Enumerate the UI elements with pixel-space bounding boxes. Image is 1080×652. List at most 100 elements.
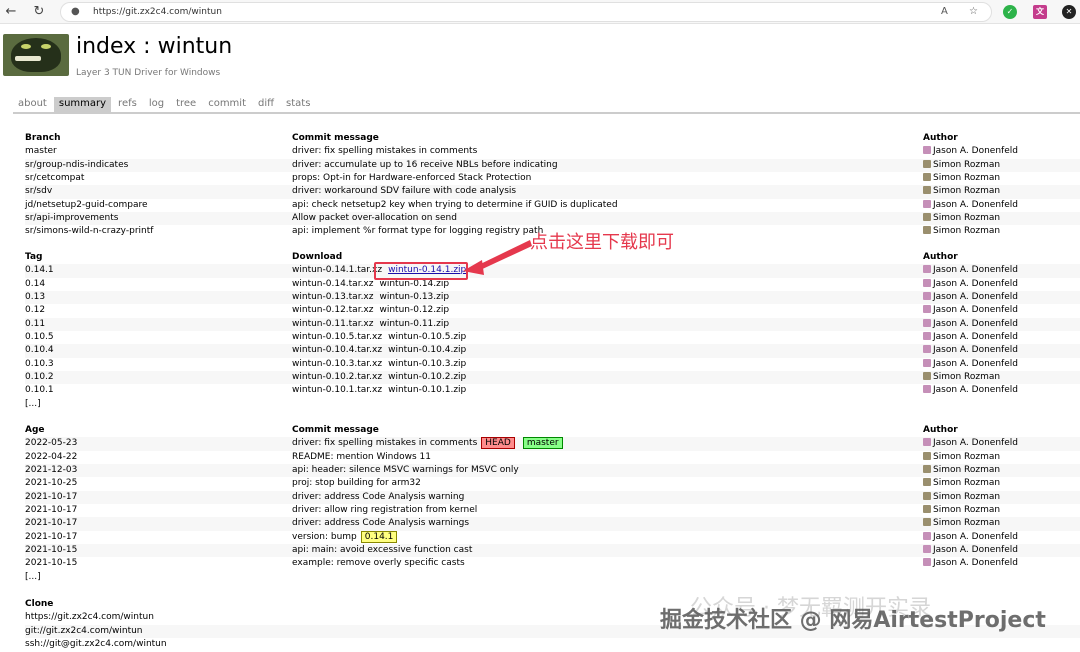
commit-message-link[interactable]: driver: accumulate up to 16 receive NBLs… (292, 159, 558, 172)
branch-link[interactable]: sr/group-ndis-indicates (25, 159, 128, 172)
commit-message-link[interactable]: driver: fix spelling mistakes in comment… (292, 438, 477, 448)
tag-badge[interactable]: 0.14.1 (360, 530, 398, 543)
download-tarxz-link[interactable]: wintun-0.11.tar.xz (292, 319, 373, 329)
highlight-box (374, 262, 468, 280)
download-zip-link[interactable]: wintun-0.10.5.zip (388, 332, 466, 342)
url-text[interactable]: https://git.zx2c4.com/wintun (93, 7, 222, 17)
extension-shield-icon[interactable]: ✓ (1003, 5, 1017, 19)
more-log-link[interactable]: [...] (25, 571, 41, 584)
clone-url-link[interactable]: git://git.zx2c4.com/wintun (25, 625, 143, 638)
repo-tabs: about summary refs log tree commit diff stats (13, 97, 317, 113)
tag-link[interactable]: 0.12 (25, 304, 45, 317)
download-tarxz-link[interactable]: wintun-0.10.5.tar.xz (292, 332, 382, 342)
commit-message-link[interactable]: example: remove overly specific casts (292, 558, 465, 568)
download-zip-link[interactable]: wintun-0.10.1.zip (388, 385, 466, 395)
commit-message-cell: api: main: avoid excessive function cast (292, 544, 472, 557)
commit-message-cell: api: header: silence MSVC warnings for M… (292, 464, 519, 477)
commit-message-link[interactable]: driver: address Code Analysis warning (292, 492, 464, 502)
commit-age: 2021-10-15 (25, 545, 78, 556)
download-zip-link[interactable]: wintun-0.10.4.zip (388, 345, 466, 355)
tag-link[interactable]: 0.10.4 (25, 344, 54, 357)
author-name: Jason A. Donenfeld (933, 305, 1018, 316)
tag-link[interactable]: 0.10.3 (25, 358, 54, 371)
branch-link[interactable]: jd/netsetup2-guid-compare (25, 199, 148, 212)
header-commit-message: Commit message (292, 425, 379, 435)
tag-link[interactable]: 0.14 (25, 278, 45, 291)
tab-stats[interactable]: stats (281, 97, 315, 113)
download-tarxz-link[interactable]: wintun-0.14.1.tar.xz (292, 265, 382, 275)
download-cell: wintun-0.12.tar.xz wintun-0.12.zip (292, 304, 449, 317)
author-cell: Simon Rozman (923, 212, 1000, 225)
clone-url-link[interactable]: https://git.zx2c4.com/wintun (25, 611, 154, 624)
read-aloud-icon[interactable]: A (941, 6, 948, 17)
author-avatar-icon (923, 345, 931, 354)
tab-refs[interactable]: refs (113, 97, 142, 113)
tab-tree[interactable]: tree (171, 97, 201, 113)
author-cell: Jason A. Donenfeld (923, 278, 1018, 291)
download-tarxz-link[interactable]: wintun-0.13.tar.xz (292, 292, 373, 302)
tab-diff[interactable]: diff (253, 97, 279, 113)
branch-link[interactable]: master (25, 145, 57, 158)
favorite-star-icon[interactable]: ☆ (969, 6, 978, 17)
extension-x-icon[interactable]: ✕ (1062, 5, 1076, 19)
commit-message-link[interactable]: api: main: avoid excessive function cast (292, 545, 472, 555)
branch-link[interactable]: sr/sdv (25, 185, 52, 198)
address-bar[interactable]: ● https://git.zx2c4.com/wintun A ☆ (60, 2, 992, 22)
download-zip-link[interactable]: wintun-0.13.zip (379, 292, 449, 302)
commit-message-link[interactable]: proj: stop building for arm32 (292, 478, 421, 488)
tab-about[interactable]: about (13, 97, 52, 113)
back-icon[interactable]: ← (2, 3, 20, 21)
commit-message-link[interactable]: api: header: silence MSVC warnings for M… (292, 465, 519, 475)
branch-link[interactable]: sr/api-improvements (25, 212, 118, 225)
tag-link[interactable]: 0.10.1 (25, 384, 54, 397)
commit-message-link[interactable]: driver: address Code Analysis warnings (292, 518, 469, 528)
download-tarxz-link[interactable]: wintun-0.14.tar.xz (292, 279, 373, 289)
tab-log[interactable]: log (144, 97, 169, 113)
commit-age: 2021-10-15 (25, 558, 78, 569)
commit-message-link[interactable]: version: bump (292, 532, 357, 542)
commit-message-link[interactable]: driver: workaround SDV failure with code… (292, 185, 516, 198)
branch-link[interactable]: sr/cetcompat (25, 172, 84, 185)
download-zip-link[interactable]: wintun-0.14.zip (379, 279, 449, 289)
tab-summary[interactable]: summary (53, 97, 112, 113)
commit-message-link[interactable]: driver: allow ring registration from ker… (292, 505, 477, 515)
header-tag: Tag (25, 252, 43, 262)
download-zip-link[interactable]: wintun-0.11.zip (379, 319, 449, 329)
more-tags-row: [...] (25, 398, 1080, 411)
download-zip-link[interactable]: wintun-0.10.2.zip (388, 372, 466, 382)
clone-url-link[interactable]: ssh://git@git.zx2c4.com/wintun (25, 638, 167, 651)
download-tarxz-link[interactable]: wintun-0.12.tar.xz (292, 305, 373, 315)
more-tags-link[interactable]: [...] (25, 398, 41, 411)
commit-message-link[interactable]: Allow packet over-allocation on send (292, 212, 457, 225)
download-zip-link[interactable]: wintun-0.10.3.zip (388, 359, 466, 369)
tag-link[interactable]: 0.10.5 (25, 331, 54, 344)
tag-link[interactable]: 0.14.1 (25, 264, 54, 277)
table-row: 2021-10-17 driver: allow ring registratio… (25, 504, 1080, 517)
commit-message-link[interactable]: README: mention Windows 11 (292, 452, 431, 462)
master-badge[interactable]: master (522, 437, 563, 450)
tab-commit[interactable]: commit (203, 97, 251, 113)
author-avatar-icon (923, 159, 931, 168)
tag-link[interactable]: 0.11 (25, 318, 45, 331)
author-cell: Simon Rozman (923, 451, 1000, 464)
commit-message-link[interactable]: api: implement %r format type for loggin… (292, 225, 543, 238)
extension-translate-icon[interactable]: 文 (1033, 5, 1047, 19)
commit-message-link[interactable]: driver: fix spelling mistakes in comment… (292, 145, 477, 158)
download-tarxz-link[interactable]: wintun-0.10.4.tar.xz (292, 345, 382, 355)
commit-message-link[interactable]: api: check netsetup2 key when trying to … (292, 199, 618, 212)
author-name: Simon Rozman (933, 451, 1001, 462)
branch-link[interactable]: sr/simons-wild-n-crazy-printf (25, 225, 153, 238)
commit-message-cell: driver: address Code Analysis warning (292, 491, 464, 504)
head-badge[interactable]: HEAD (481, 437, 515, 450)
author-name: Simon Rozman (933, 226, 1001, 237)
repo-logo[interactable] (3, 34, 69, 76)
download-zip-link[interactable]: wintun-0.12.zip (379, 305, 449, 315)
commit-message-link[interactable]: props: Opt-in for Hardware-enforced Stac… (292, 172, 531, 185)
refresh-icon[interactable]: ↻ (30, 3, 48, 21)
author-name: Simon Rozman (933, 213, 1001, 224)
tag-link[interactable]: 0.13 (25, 291, 45, 304)
download-tarxz-link[interactable]: wintun-0.10.2.tar.xz (292, 372, 382, 382)
download-tarxz-link[interactable]: wintun-0.10.1.tar.xz (292, 385, 382, 395)
tag-link[interactable]: 0.10.2 (25, 371, 54, 384)
download-tarxz-link[interactable]: wintun-0.10.3.tar.xz (292, 359, 382, 369)
